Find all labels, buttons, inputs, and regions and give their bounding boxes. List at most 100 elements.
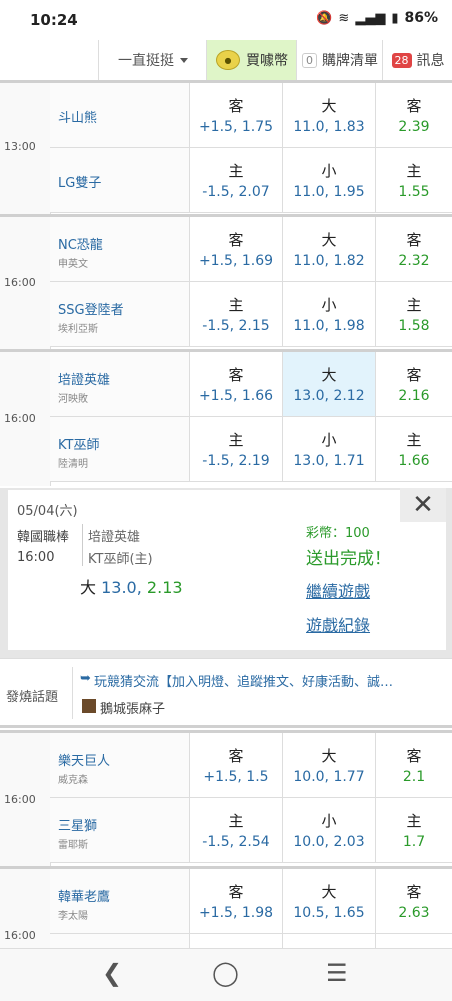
game-row-home bbox=[50, 934, 452, 948]
game-block: 16:00 韓華老鷹 李太陽 客 +1.5, 1.98 大 10.5, 1.65 客… bbox=[0, 866, 452, 948]
total-odds: 13.0, 2.12 bbox=[293, 388, 365, 404]
pitcher-name: 申英文 bbox=[58, 259, 88, 270]
spread-away-cell[interactable]: 客 +1.5, 1.75 bbox=[190, 83, 283, 147]
spread-home-cell[interactable]: 主 -1.5, 2.19 bbox=[190, 417, 283, 481]
team-name: 三星獅 bbox=[58, 819, 98, 834]
game-record-link[interactable]: 遊戲紀錄 bbox=[306, 612, 370, 636]
team-cell[interactable]: 韓華老鷹 李太陽 bbox=[50, 869, 190, 933]
total-over-cell[interactable]: 大 11.0, 1.83 bbox=[283, 83, 376, 147]
spread-away-cell[interactable]: 客 +1.5, 1.66 bbox=[190, 352, 283, 416]
moneyline-odds: 2.39 bbox=[398, 119, 430, 135]
messages-button[interactable]: 28 訊息 bbox=[382, 40, 452, 80]
moneyline-away-cell[interactable]: 客 2.32 bbox=[376, 217, 452, 281]
total-under-cell[interactable]: 小 10.0, 2.03 bbox=[283, 798, 376, 862]
spread-home-cell[interactable]: 主 -1.5, 2.15 bbox=[190, 282, 283, 346]
spread-odds: +1.5, 1.66 bbox=[198, 388, 274, 404]
team-cell[interactable]: LG雙子 bbox=[50, 148, 190, 212]
hot-topic-title[interactable]: 玩競猜交流【加入明燈、追蹤推文、好康活動、誠… bbox=[94, 671, 393, 690]
team-cell[interactable]: 樂天巨人 威克森 bbox=[50, 733, 190, 797]
spread-away-cell[interactable]: 客 +1.5, 1.5 bbox=[190, 733, 283, 797]
moneyline-home-cell[interactable]: 主 1.58 bbox=[376, 282, 452, 346]
moneyline-label: 客 bbox=[406, 97, 422, 115]
moneyline-away-cell[interactable]: 客 2.1 bbox=[376, 733, 452, 797]
total-under-cell[interactable]: 小 13.0, 1.71 bbox=[283, 417, 376, 481]
moneyline-home-cell[interactable]: 主 1.55 bbox=[376, 148, 452, 212]
cart-button[interactable]: 0 購牌清單 bbox=[296, 40, 383, 80]
game-block: 13:00 斗山熊 客 +1.5, 1.75 大 11.0, 1.83 客 2.39 … bbox=[0, 80, 452, 215]
total-label: 小 bbox=[321, 431, 337, 449]
total-odds: 13.0, 1.71 bbox=[293, 453, 365, 469]
continue-game-link[interactable]: 繼續遊戲 bbox=[306, 578, 370, 602]
user-dropdown[interactable]: 一直挺挺 bbox=[98, 40, 207, 80]
team-cell[interactable]: NC恐龍 申英文 bbox=[50, 217, 190, 281]
moneyline-odds: 1.55 bbox=[398, 184, 430, 200]
system-nav-bar: ❮ ◯ ☰ bbox=[0, 948, 452, 1001]
home-icon[interactable]: ◯ bbox=[212, 959, 239, 987]
moneyline-away-cell[interactable]: 客 2.16 bbox=[376, 352, 452, 416]
pitcher-name: 埃利亞斯 bbox=[58, 324, 98, 335]
team-cell[interactable] bbox=[50, 934, 190, 948]
back-icon[interactable]: ❮ bbox=[102, 959, 122, 987]
spread-odds: -1.5, 2.07 bbox=[202, 184, 270, 200]
moneyline-odds: 2.1 bbox=[402, 769, 426, 785]
bet-confirmation-card: 05/04(六) 韓國職棒 16:00 培證英雄 KT巫師(主) 大 13.0,… bbox=[8, 490, 446, 650]
moneyline-home-cell[interactable] bbox=[376, 934, 452, 948]
total-over-cell[interactable]: 大 11.0, 1.82 bbox=[283, 217, 376, 281]
spread-home-cell[interactable]: 主 -1.5, 2.54 bbox=[190, 798, 283, 862]
team-cell[interactable]: 三星獅 雷耶斯 bbox=[50, 798, 190, 862]
close-button[interactable]: ✕ bbox=[400, 488, 446, 522]
total-label: 大 bbox=[321, 366, 337, 384]
messages-label: 訊息 bbox=[416, 53, 445, 69]
game-time-column: 16:00 bbox=[0, 869, 51, 948]
team-cell[interactable]: KT巫師 陸清明 bbox=[50, 417, 190, 481]
total-odds: 11.0, 1.95 bbox=[293, 184, 365, 200]
bet-pick: 大 13.0, 2.13 bbox=[80, 574, 183, 598]
team-cell[interactable]: SSG登陸者 埃利亞斯 bbox=[50, 282, 190, 346]
hot-topic-bar: 發燒話題 ➥ 玩競猜交流【加入明燈、追蹤推文、好康活動、誠… 鵝城張麻子 bbox=[0, 658, 452, 728]
close-icon: ✕ bbox=[412, 490, 434, 520]
hot-topic-author[interactable]: 鵝城張麻子 bbox=[100, 698, 165, 717]
spread-away-cell[interactable]: 客 +1.5, 1.98 bbox=[190, 869, 283, 933]
moneyline-odds: 2.16 bbox=[398, 388, 430, 404]
total-label: 大 bbox=[321, 97, 337, 115]
divider bbox=[82, 524, 83, 566]
team-cell[interactable]: 培證英雄 河映敗 bbox=[50, 352, 190, 416]
total-odds: 10.0, 2.03 bbox=[293, 834, 365, 850]
moneyline-home-cell[interactable]: 主 1.66 bbox=[376, 417, 452, 481]
moneyline-odds: 2.63 bbox=[398, 905, 430, 921]
bet-league: 韓國職棒 bbox=[17, 530, 70, 545]
status-bar: 10:24 🔕 ≋ ▂▄▆ ▮ 86% bbox=[0, 0, 452, 40]
moneyline-label: 客 bbox=[406, 747, 422, 765]
spread-home-cell[interactable]: 主 -1.5, 2.07 bbox=[190, 148, 283, 212]
status-time: 10:24 bbox=[30, 11, 78, 29]
coin-icon: ● bbox=[216, 50, 240, 70]
team-name: NC恐龍 bbox=[58, 238, 103, 253]
menu-icon[interactable]: ☰ bbox=[326, 959, 348, 987]
team-name: 韓華老鷹 bbox=[58, 890, 111, 905]
game-time-column: 16:00 bbox=[0, 352, 51, 486]
status-icons: 🔕 ≋ ▂▄▆ ▮ 86% bbox=[316, 10, 438, 26]
spread-label: 客 bbox=[228, 366, 244, 384]
team-cell[interactable]: 斗山熊 bbox=[50, 83, 190, 147]
moneyline-home-cell[interactable]: 主 1.7 bbox=[376, 798, 452, 862]
game-row-away: 韓華老鷹 李太陽 客 +1.5, 1.98 大 10.5, 1.65 客 2.63 bbox=[50, 869, 452, 934]
moneyline-away-cell[interactable]: 客 2.39 bbox=[376, 83, 452, 147]
spread-label: 客 bbox=[228, 97, 244, 115]
submit-done-text: 送出完成！ bbox=[306, 549, 391, 569]
moneyline-away-cell[interactable]: 客 2.63 bbox=[376, 869, 452, 933]
total-under-cell[interactable]: 小 11.0, 1.95 bbox=[283, 148, 376, 212]
total-over-cell[interactable]: 大 10.5, 1.65 bbox=[283, 869, 376, 933]
total-over-cell-selected[interactable]: 大 13.0, 2.12 bbox=[283, 352, 376, 416]
total-under-cell[interactable] bbox=[283, 934, 376, 948]
total-over-cell[interactable]: 大 10.0, 1.77 bbox=[283, 733, 376, 797]
game-row-home: SSG登陸者 埃利亞斯 主 -1.5, 2.15 小 11.0, 1.98 主 1.5… bbox=[50, 282, 452, 347]
game-row-away: 培證英雄 河映敗 客 +1.5, 1.66 大 13.0, 2.12 客 2.16 bbox=[50, 352, 452, 417]
total-under-cell[interactable]: 小 11.0, 1.98 bbox=[283, 282, 376, 346]
spread-home-cell[interactable] bbox=[190, 934, 283, 948]
buy-coins-button[interactable]: ● 買噱幣 bbox=[206, 40, 297, 80]
game-row-home: 三星獅 雷耶斯 主 -1.5, 2.54 小 10.0, 2.03 主 1.7 bbox=[50, 798, 452, 863]
battery-icon: ▮ bbox=[391, 10, 399, 26]
bet-pick-label: 大 bbox=[80, 578, 97, 597]
spread-away-cell[interactable]: 客 +1.5, 1.69 bbox=[190, 217, 283, 281]
divider bbox=[72, 667, 73, 719]
